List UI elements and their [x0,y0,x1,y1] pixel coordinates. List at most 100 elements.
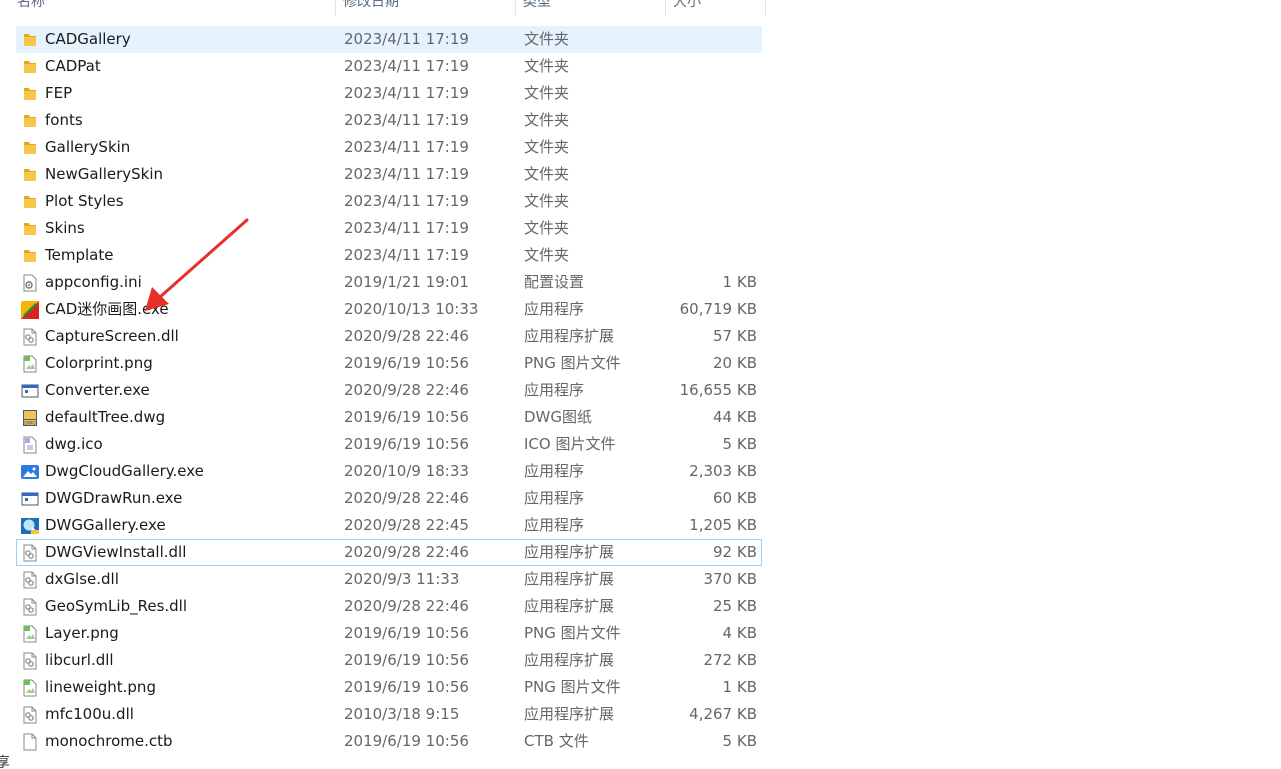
file-type: 应用程序扩展 [524,651,615,669]
file-type: 文件夹 [524,192,570,210]
file-name: monochrome.ctb [45,732,173,750]
file-row[interactable]: appconfig.ini 2019/1/21 19:01 配置设置 1 KB [16,269,762,296]
file-modified-date: 2019/6/19 10:56 [344,624,469,642]
file-name: CADGallery [45,30,131,48]
cad-app-icon [20,300,40,320]
file-row[interactable]: lineweight.png 2019/6/19 10:56 PNG 图片文件 1 K… [16,674,762,701]
file-modified-date: 2023/4/11 17:19 [344,138,469,156]
file-type: 应用程序扩展 [524,705,615,723]
file-type: ICO 图片文件 [524,435,616,453]
file-row[interactable]: CADGallery 2023/4/11 17:19 文件夹 [16,26,762,53]
file-name: Plot Styles [45,192,124,210]
file-modified-date: 2010/3/18 9:15 [344,705,460,723]
folder-icon [20,57,40,77]
file-type: PNG 图片文件 [524,354,621,372]
file-modified-date: 2019/1/21 19:01 [344,273,469,291]
file-name: appconfig.ini [45,273,142,291]
file-modified-date: 2023/4/11 17:19 [344,111,469,129]
file-row[interactable]: DWGGallery.exe 2020/9/28 22:45 应用程序 1,205 K… [16,512,762,539]
file-row[interactable]: NewGallerySkin 2023/4/11 17:19 文件夹 [16,161,762,188]
folder-icon [20,219,40,239]
file-row[interactable]: DWGViewInstall.dll 2020/9/28 22:46 应用程序扩展 9… [16,539,762,566]
file-row[interactable]: CADPat 2023/4/11 17:19 文件夹 [16,53,762,80]
dll-file-icon [20,570,40,590]
file-modified-date: 2019/6/19 10:56 [344,354,469,372]
file-row[interactable]: CaptureScreen.dll 2020/9/28 22:46 应用程序扩展 57… [16,323,762,350]
file-row[interactable]: CAD迷你画图.exe 2020/10/13 10:33 应用程序 60,719 KB [16,296,762,323]
file-modified-date: 2019/6/19 10:56 [344,678,469,696]
png-file-icon [20,678,40,698]
file-row[interactable]: dwg.ico 2019/6/19 10:56 ICO 图片文件 5 KB [16,431,762,458]
folder-icon [20,192,40,212]
file-name: NewGallerySkin [45,165,164,183]
column-header-date[interactable]: 修改日期 [336,0,516,16]
file-row[interactable]: Colorprint.png 2019/6/19 10:56 PNG 图片文件 20 … [16,350,762,377]
file-row[interactable]: DWGDrawRun.exe 2020/9/28 22:46 应用程序 60 KB [16,485,762,512]
file-name: Colorprint.png [45,354,153,372]
file-type: 配置设置 [524,273,585,291]
file-size: 20 KB [713,354,757,372]
dll-file-icon [20,597,40,617]
file-type: 应用程序 [524,516,585,534]
file-row[interactable]: Layer.png 2019/6/19 10:56 PNG 图片文件 4 KB [16,620,762,647]
file-type: 文件夹 [524,111,570,129]
file-size: 1,205 KB [689,516,757,534]
file-type: 文件夹 [524,138,570,156]
folder-icon [20,165,40,185]
file-type: DWG图纸 [524,408,593,426]
file-modified-date: 2019/6/19 10:56 [344,435,469,453]
file-type: 文件夹 [524,219,570,237]
file-name: libcurl.dll [45,651,114,669]
ini-file-icon [20,273,40,293]
file-row[interactable]: DWG defaultTree.dwg 2019/6/19 10:56 DWG图纸 44… [16,404,762,431]
file-modified-date: 2019/6/19 10:56 [344,732,469,750]
dll-file-icon [20,651,40,671]
column-header-size[interactable]: 大小 [666,0,766,16]
file-row[interactable]: dxGlse.dll 2020/9/3 11:33 应用程序扩展 370 KB [16,566,762,593]
column-header-name[interactable]: 名称 [10,0,336,16]
dll-file-icon [20,327,40,347]
file-row[interactable]: fonts 2023/4/11 17:19 文件夹 [16,107,762,134]
file-modified-date: 2020/9/28 22:46 [344,327,469,345]
file-row[interactable]: Plot Styles 2023/4/11 17:19 文件夹 [16,188,762,215]
file-size: 44 KB [713,408,757,426]
file-row[interactable]: GallerySkin 2023/4/11 17:19 文件夹 [16,134,762,161]
file-row[interactable]: DwgCloudGallery.exe 2020/10/9 18:33 应用程序 2,… [16,458,762,485]
file-modified-date: 2023/4/11 17:19 [344,192,469,210]
file-size: 1 KB [722,273,757,291]
file-row[interactable]: monochrome.ctb 2019/6/19 10:56 CTB 文件 5 KB [16,728,762,755]
file-type: 文件夹 [524,165,570,183]
file-modified-date: 2023/4/11 17:19 [344,84,469,102]
folder-icon [20,111,40,131]
column-header-type[interactable]: 类型 [516,0,666,16]
file-size: 57 KB [713,327,757,345]
file-type: 应用程序 [524,462,585,480]
file-type: 文件夹 [524,84,570,102]
file-row[interactable]: GeoSymLib_Res.dll 2020/9/28 22:46 应用程序扩展 25… [16,593,762,620]
file-name: GallerySkin [45,138,131,156]
file-size: 5 KB [722,732,757,750]
file-type: 应用程序扩展 [524,597,615,615]
file-name: GeoSymLib_Res.dll [45,597,188,615]
file-modified-date: 2020/10/9 18:33 [344,462,469,480]
file-type: 应用程序扩展 [524,543,615,561]
file-type: 应用程序 [524,381,585,399]
file-name: DwgCloudGallery.exe [45,462,204,480]
png-file-icon [20,354,40,374]
picture-app-icon [20,462,40,482]
column-header: 名称 修改日期 类型 大小 [0,0,770,16]
file-row[interactable]: Converter.exe 2020/9/28 22:46 应用程序 16,655 K… [16,377,762,404]
file-name: fonts [45,111,83,129]
file-name: CADPat [45,57,101,75]
file-row[interactable]: mfc100u.dll 2010/3/18 9:15 应用程序扩展 4,267 KB [16,701,762,728]
file-size: 16,655 KB [679,381,757,399]
file-type: 文件夹 [524,246,570,264]
exe-window-icon [20,489,40,509]
file-row[interactable]: Template 2023/4/11 17:19 文件夹 [16,242,762,269]
file-row[interactable]: libcurl.dll 2019/6/19 10:56 应用程序扩展 272 KB [16,647,762,674]
file-row[interactable]: Skins 2023/4/11 17:19 文件夹 [16,215,762,242]
file-name: CaptureScreen.dll [45,327,179,345]
file-type: 文件夹 [524,30,570,48]
file-row[interactable]: FEP 2023/4/11 17:19 文件夹 [16,80,762,107]
folder-icon [20,246,40,266]
